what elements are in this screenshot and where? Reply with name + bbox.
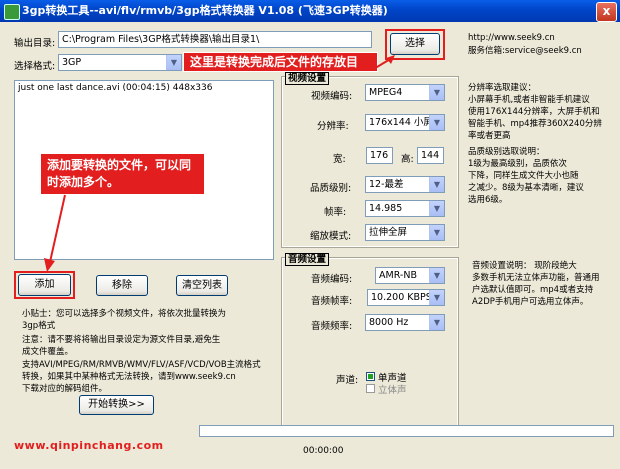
resolution-select[interactable]: 176x144 小屏 ▼	[365, 114, 445, 131]
audio-bitrate-value: 10.200 KBPS	[371, 292, 432, 303]
title-bar[interactable]: 3gp转换工具--avi/flv/rmvb/3gp格式转换器 V1.08 (飞速…	[0, 0, 620, 22]
quality-help: 品质级别选取说明： 1级为最高级别，品质依次 下降，同样生成文件大小也随 之减少。8级…	[468, 147, 584, 205]
stereo-radio[interactable]	[366, 384, 375, 393]
support-text: 支持AVI/MPEG/RM/RMVB/WMV/FLV/ASF/VCD/VOB主流…	[22, 360, 261, 394]
scale-mode-select[interactable]: 拉伸全屏 ▼	[365, 224, 445, 241]
resolution-help: 分辨率选取建议： 小屏幕手机,或者非智能手机建议 使用176X144分辨率，大屏手机…	[468, 83, 602, 141]
width-label: 宽:	[333, 154, 346, 165]
website-text: http://www.seek9.cn	[468, 33, 555, 43]
window-title: 3gp转换工具--avi/flv/rmvb/3gp格式转换器 V1.08 (飞速…	[22, 4, 388, 17]
callout-line-2: 时添加多个。	[47, 175, 120, 189]
output-dir-label: 输出目录:	[14, 38, 56, 49]
audio-samplerate-select[interactable]: 8000 Hz ▼	[365, 314, 445, 331]
email-text: 服务信箱:service@seek9.cn	[468, 46, 582, 56]
elapsed-time: 00:00:00	[303, 446, 344, 456]
audio-settings-title: 音频设置	[285, 253, 330, 266]
chevron-down-icon[interactable]: ▼	[429, 315, 444, 330]
chevron-down-icon[interactable]: ▼	[429, 85, 444, 100]
chevron-down-icon[interactable]: ▼	[429, 201, 444, 216]
chevron-down-icon[interactable]: ▼	[429, 290, 444, 305]
audio-codec-value: AMR-NB	[379, 270, 417, 281]
channel-label: 声道:	[336, 375, 359, 386]
quality-label: 品质级别:	[310, 183, 352, 194]
start-convert-button[interactable]: 开始转换>>	[79, 395, 154, 415]
framerate-select[interactable]: 14.985 ▼	[365, 200, 445, 217]
chevron-down-icon[interactable]: ▼	[429, 268, 444, 283]
audio-samplerate-label: 音频频率:	[311, 321, 353, 332]
audio-codec-select[interactable]: AMR-NB ▼	[375, 267, 445, 284]
output-dir-callout: 这里是转换完成后文件的存放目	[183, 52, 378, 72]
scale-mode-label: 缩放模式:	[310, 231, 352, 242]
format-label: 选择格式:	[14, 61, 56, 72]
tip-text: 小贴士：您可以选择多个视频文件，将依次批量转换为 3gp格式	[22, 309, 227, 331]
chevron-down-icon[interactable]: ▼	[166, 55, 181, 70]
main-window: 输出目录: C:\Program Files\3GP格式转换器\输出目录1\ 选…	[0, 22, 620, 469]
audio-samplerate-value: 8000 Hz	[369, 317, 409, 328]
stereo-label: 立体声	[378, 385, 407, 396]
callout-line-1: 添加要转换的文件，可以同	[47, 158, 192, 172]
list-item[interactable]: just one last dance.avi (00:04:15) 448x3…	[15, 81, 273, 95]
output-dir-input[interactable]: C:\Program Files\3GP格式转换器\输出目录1\	[58, 31, 372, 48]
audio-help: 音频设置说明： 现阶段绝大 多数手机无法立体声功能，普通用 户选默认值即可。mp4或…	[472, 261, 600, 307]
chevron-down-icon[interactable]: ▼	[429, 115, 444, 130]
mono-radio[interactable]	[366, 372, 375, 381]
height-input[interactable]: 144	[417, 147, 444, 164]
quality-value: 12-最差	[369, 179, 404, 190]
watermark-text: www.qinpinchang.com	[14, 439, 164, 452]
callout-arrow-down-icon	[44, 194, 66, 272]
video-codec-label: 视频编码:	[311, 91, 353, 102]
framerate-label: 帧率:	[324, 207, 347, 218]
chevron-down-icon[interactable]: ▼	[429, 225, 444, 240]
progress-bar	[199, 425, 614, 437]
audio-bitrate-select[interactable]: 10.200 KBPS ▼	[367, 289, 445, 306]
scale-mode-value: 拉伸全屏	[369, 227, 408, 238]
resolution-value: 176x144 小屏	[369, 117, 433, 128]
app-icon	[4, 4, 20, 20]
chevron-down-icon[interactable]: ▼	[429, 177, 444, 192]
remove-button[interactable]: 移除	[96, 275, 148, 296]
format-value: 3GP	[62, 57, 82, 68]
audio-bitrate-label: 音频帧率:	[311, 296, 353, 307]
callout-arrow-icon	[371, 55, 395, 71]
add-files-callout: 添加要转换的文件，可以同 时添加多个。	[40, 153, 205, 195]
note-text: 注意：请不要将将输出目录设定为源文件目录,避免生 成文件覆盖。	[22, 335, 221, 357]
resolution-label: 分辨率:	[317, 121, 349, 132]
add-button[interactable]: 添加	[18, 274, 71, 296]
height-label: 高:	[401, 154, 414, 165]
video-codec-select[interactable]: MPEG4 ▼	[365, 84, 445, 101]
width-input[interactable]: 176	[366, 147, 393, 164]
quality-select[interactable]: 12-最差 ▼	[365, 176, 445, 193]
audio-codec-label: 音频编码:	[311, 274, 353, 285]
framerate-value: 14.985	[369, 203, 403, 214]
close-button[interactable]: x	[596, 2, 617, 22]
video-codec-value: MPEG4	[369, 87, 403, 98]
format-select[interactable]: 3GP ▼	[58, 54, 182, 71]
video-settings-title: 视频设置	[285, 72, 330, 85]
clear-list-button[interactable]: 清空列表	[176, 275, 228, 296]
